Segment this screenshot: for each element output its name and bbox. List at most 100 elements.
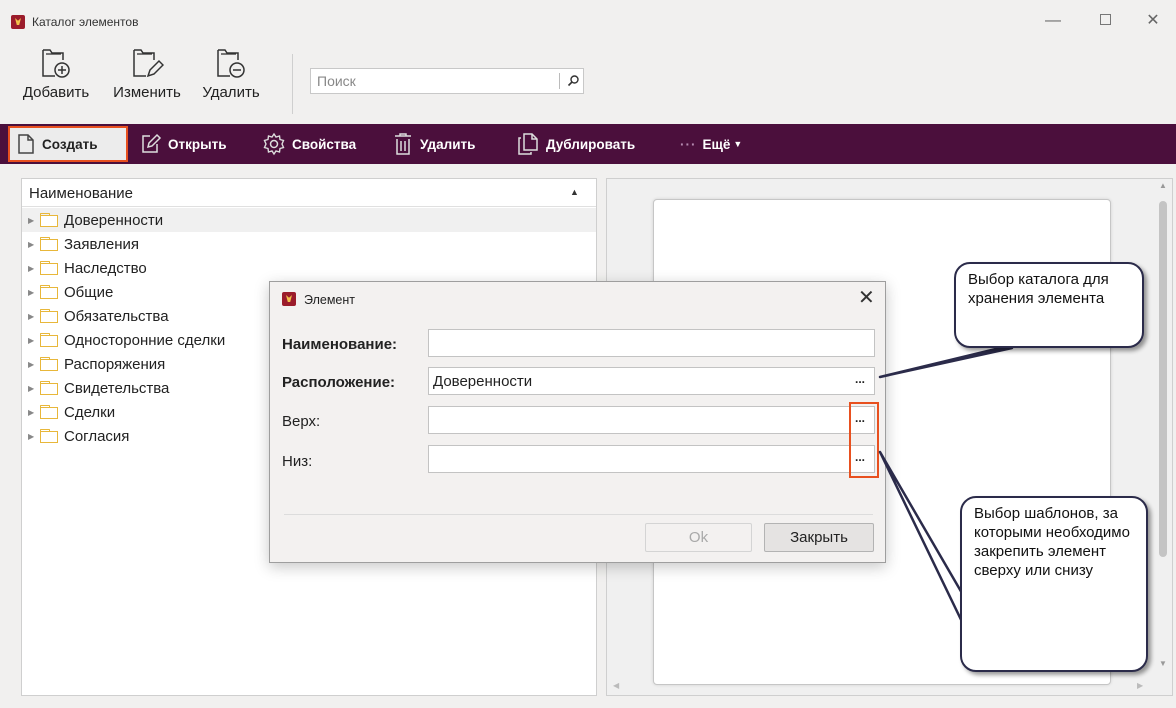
ribbon: Добавить Изменить Удалить [0,40,1176,124]
column-header[interactable]: Наименование ▲ [22,179,596,207]
maximize-icon [1099,14,1111,25]
tree-item-label: Обязательства [64,307,169,325]
add-button[interactable]: Добавить [13,46,99,101]
sort-up-icon[interactable]: ▲ [570,187,579,197]
tree-item-label: Согласия [64,427,130,445]
scroll-up-icon[interactable]: ▲ [1158,181,1168,190]
folder-icon [40,357,58,371]
expand-arrow-icon[interactable]: ▶ [28,240,38,249]
name-field[interactable] [428,329,875,357]
location-value: Доверенности [433,373,533,390]
folder-icon [40,405,58,419]
more-button[interactable]: ··· Ещё ▼ [680,124,742,164]
horizontal-scrollbar[interactable]: ◀ ▶ [607,679,1155,695]
more-label: Ещё [702,136,731,152]
delete-ribbon-label: Удалить [202,84,260,101]
title-bar: Каталог элементов — ✕ [0,0,1176,40]
ribbon-divider [292,54,293,114]
search-divider [559,73,560,89]
bottom-field[interactable]: ... [428,445,875,473]
app-logo-icon [11,15,25,29]
expand-arrow-icon[interactable]: ▶ [28,432,38,441]
dialog-divider [284,514,873,515]
expand-arrow-icon[interactable]: ▶ [28,264,38,273]
scroll-down-icon[interactable]: ▼ [1158,659,1168,668]
add-label: Добавить [22,84,90,101]
new-document-icon [18,134,34,154]
tree-item[interactable]: ▶ Заявления [22,232,596,256]
bottom-label: Низ: [282,453,313,470]
tree-item-label: Свидетельства [64,379,170,397]
close-dialog-button[interactable]: Закрыть [764,523,874,552]
folder-icon [40,429,58,443]
duplicate-button[interactable]: Дублировать [516,124,635,164]
location-field[interactable]: Доверенности ... [428,367,875,395]
location-browse-button[interactable]: ... [855,372,865,386]
caret-down-icon: ▼ [733,139,743,149]
ok-button[interactable]: Ok [645,523,752,552]
trash-icon [395,133,411,155]
expand-arrow-icon[interactable]: ▶ [28,312,38,321]
create-button[interactable]: Создать [8,126,128,162]
tree-item[interactable]: ▶ Наследство [22,256,596,280]
folder-icon [40,213,58,227]
scroll-right-icon[interactable]: ▶ [1137,681,1143,690]
expand-arrow-icon[interactable]: ▶ [28,216,38,225]
open-label: Открыть [168,136,227,152]
folder-remove-icon [217,49,245,78]
tree-item-label: Наследство [64,259,147,277]
delete-button[interactable]: Удалить [392,124,475,164]
name-label: Наименование: [282,336,398,353]
folder-icon [40,309,58,323]
edit-label: Изменить [113,84,181,101]
vertical-scrollbar[interactable]: ▲ ▼ [1155,179,1172,679]
folder-icon [40,237,58,251]
scroll-left-icon[interactable]: ◀ [613,681,619,690]
expand-arrow-icon[interactable]: ▶ [28,360,38,369]
tree-item[interactable]: ▶ Доверенности [22,208,596,232]
expand-arrow-icon[interactable]: ▶ [28,408,38,417]
tree-item-label: Заявления [64,235,140,253]
expand-arrow-icon[interactable]: ▶ [28,288,38,297]
expand-arrow-icon[interactable]: ▶ [28,384,38,393]
location-label: Расположение: [282,374,396,391]
dialog-title: Элемент [304,293,355,307]
duplicate-icon [518,133,538,155]
browse-buttons-highlight [849,402,879,478]
tree-item-label: Общие [64,283,114,301]
window-title: Каталог элементов [32,15,139,29]
tree-item-label: Доверенности [64,211,164,229]
folder-edit-icon [133,49,164,78]
top-label: Верх: [282,413,321,430]
search-icon[interactable] [565,73,581,89]
edit-button[interactable]: Изменить [103,46,191,101]
callout-catalog: Выбор каталога для хранения элемента [954,262,1144,348]
dialog-close-button[interactable]: ✕ [858,287,875,309]
folder-add-icon [42,49,70,78]
minimize-button[interactable]: — [1038,10,1068,32]
folder-icon [40,261,58,275]
expand-arrow-icon[interactable]: ▶ [28,336,38,345]
folder-icon [40,285,58,299]
tree-item-label: Сделки [64,403,116,421]
properties-label: Свойства [292,136,357,152]
open-button[interactable]: Открыть [140,124,227,164]
duplicate-label: Дублировать [546,136,636,152]
dialog-logo-icon [282,292,296,306]
callout-templates: Выбор шаблонов, за которыми необходимо з… [960,496,1148,672]
search-input[interactable] [311,69,555,93]
delete-label: Удалить [420,136,476,152]
scrollbar-thumb[interactable] [1159,201,1167,557]
folder-icon [40,333,58,347]
main-window: Каталог элементов — ✕ Добавить Изменить [0,0,1176,708]
column-header-label: Наименование [29,185,133,202]
top-field[interactable]: ... [428,406,875,434]
folder-icon [40,381,58,395]
properties-button[interactable]: Свойства [262,124,356,164]
close-window-button[interactable]: ✕ [1138,10,1168,32]
maximize-button[interactable] [1090,10,1120,32]
gear-icon [263,132,285,156]
tree-item-label: Распоряжения [64,355,166,373]
delete-ribbon-button[interactable]: Удалить [195,46,267,101]
tree-item-label: Односторонние сделки [64,331,226,349]
